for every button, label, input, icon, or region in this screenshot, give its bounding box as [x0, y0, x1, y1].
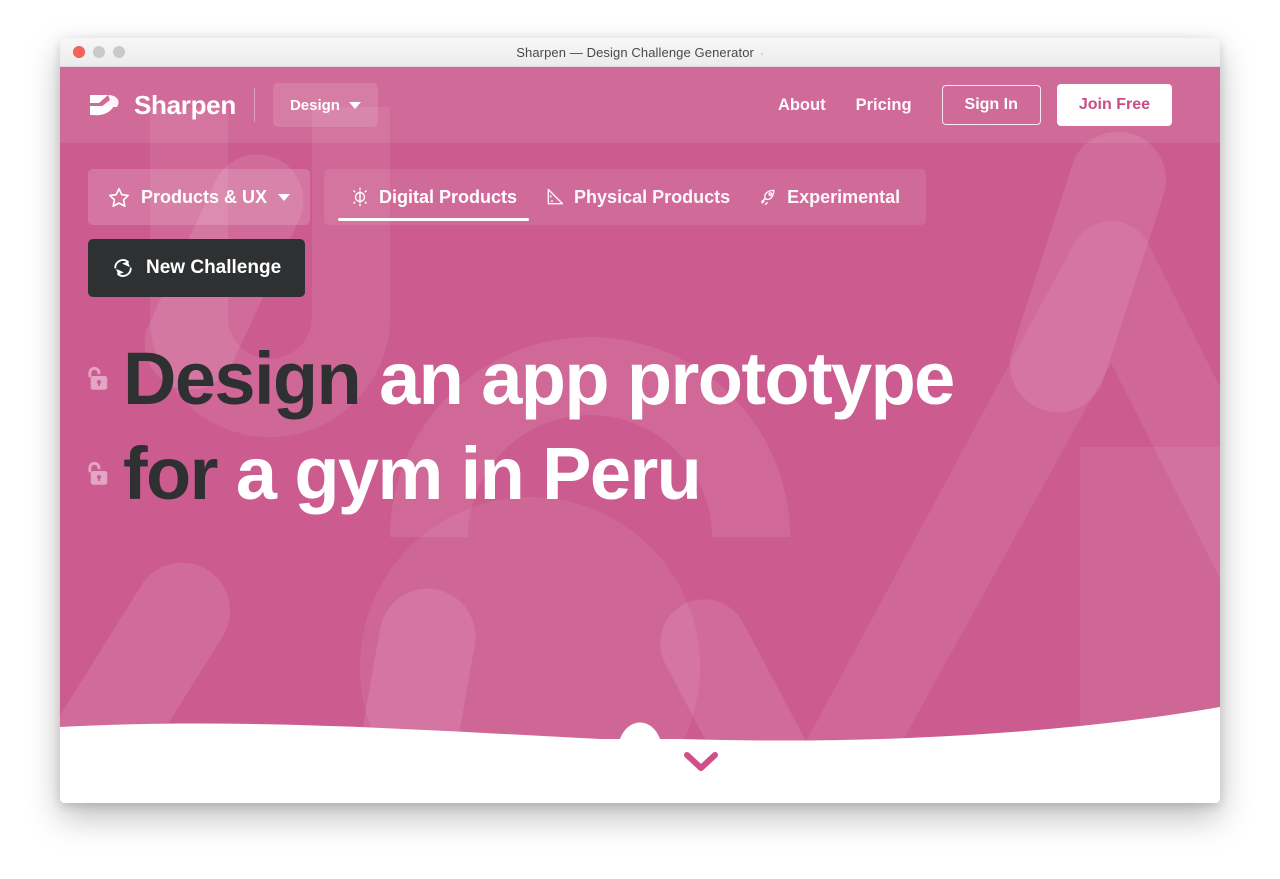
- new-challenge-label: New Challenge: [146, 257, 282, 278]
- tab-label: Physical Products: [574, 186, 731, 207]
- sharpen-logo-icon: [90, 95, 119, 116]
- nav-divider: [253, 88, 255, 122]
- mode-selector-button[interactable]: Design: [272, 83, 378, 127]
- window-title: Sharpen — Design Challenge Generator ·: [60, 45, 1220, 60]
- nav-links: About Pricing: [778, 96, 912, 115]
- chevron-down-icon: [278, 193, 291, 201]
- headline-line-1: Design an app prototype: [88, 331, 1220, 426]
- tab-label: Experimental: [787, 186, 901, 207]
- tab-physical-products[interactable]: Physical Products: [531, 169, 744, 225]
- sign-in-button[interactable]: Sign In: [941, 85, 1041, 125]
- category-tabs: Digital Products Physical Products Exper…: [324, 169, 927, 225]
- rocket-icon: [758, 187, 778, 207]
- unlock-icon[interactable]: [88, 365, 110, 393]
- window-title-suffix: ·: [759, 47, 764, 60]
- unlock-icon[interactable]: [88, 460, 110, 488]
- tab-digital-products[interactable]: Digital Products: [336, 169, 531, 225]
- new-challenge-button[interactable]: New Challenge: [88, 239, 306, 297]
- browser-window: Sharpen — Design Challenge Generator · S…: [60, 38, 1220, 803]
- section-wave-divider: [60, 707, 1220, 803]
- controls-row: Products & UX Digital Products Physical …: [60, 143, 1220, 225]
- chevron-down-icon: [348, 101, 361, 109]
- brand-name: Sharpen: [134, 89, 236, 120]
- ruler-triangle-icon: [545, 187, 565, 207]
- refresh-icon: [112, 257, 134, 279]
- top-navigation: Sharpen Design About Pricing Sign In Joi…: [60, 67, 1220, 143]
- headline-line-2: for a gym in Peru: [88, 426, 1220, 521]
- brightness-icon: [350, 187, 370, 207]
- scroll-down-button[interactable]: [679, 749, 723, 775]
- star-icon: [108, 186, 130, 208]
- page-canvas: Sharpen Design About Pricing Sign In Joi…: [60, 67, 1220, 803]
- tab-experimental[interactable]: Experimental: [744, 169, 914, 225]
- brand[interactable]: Sharpen: [88, 90, 236, 121]
- mode-selector-label: Design: [289, 96, 340, 114]
- tab-label: Digital Products: [379, 186, 518, 207]
- join-free-button[interactable]: Join Free: [1056, 84, 1172, 126]
- window-titlebar: Sharpen — Design Challenge Generator ·: [60, 38, 1220, 67]
- nav-link-about[interactable]: About: [778, 96, 826, 115]
- challenge-headline: Design an app prototype for a gym in Per…: [88, 331, 1220, 522]
- nav-link-pricing[interactable]: Pricing: [856, 96, 912, 115]
- headline-locked-word-1[interactable]: Design: [123, 331, 362, 426]
- headline-free-text-2: a gym in Peru: [235, 432, 702, 516]
- category-selector-label: Products & UX: [141, 186, 268, 207]
- window-title-text: Sharpen — Design Challenge Generator: [516, 44, 754, 60]
- category-selector-button[interactable]: Products & UX: [88, 169, 311, 225]
- headline-locked-word-2[interactable]: for: [123, 426, 218, 521]
- headline-free-text-1: an app prototype: [379, 337, 955, 420]
